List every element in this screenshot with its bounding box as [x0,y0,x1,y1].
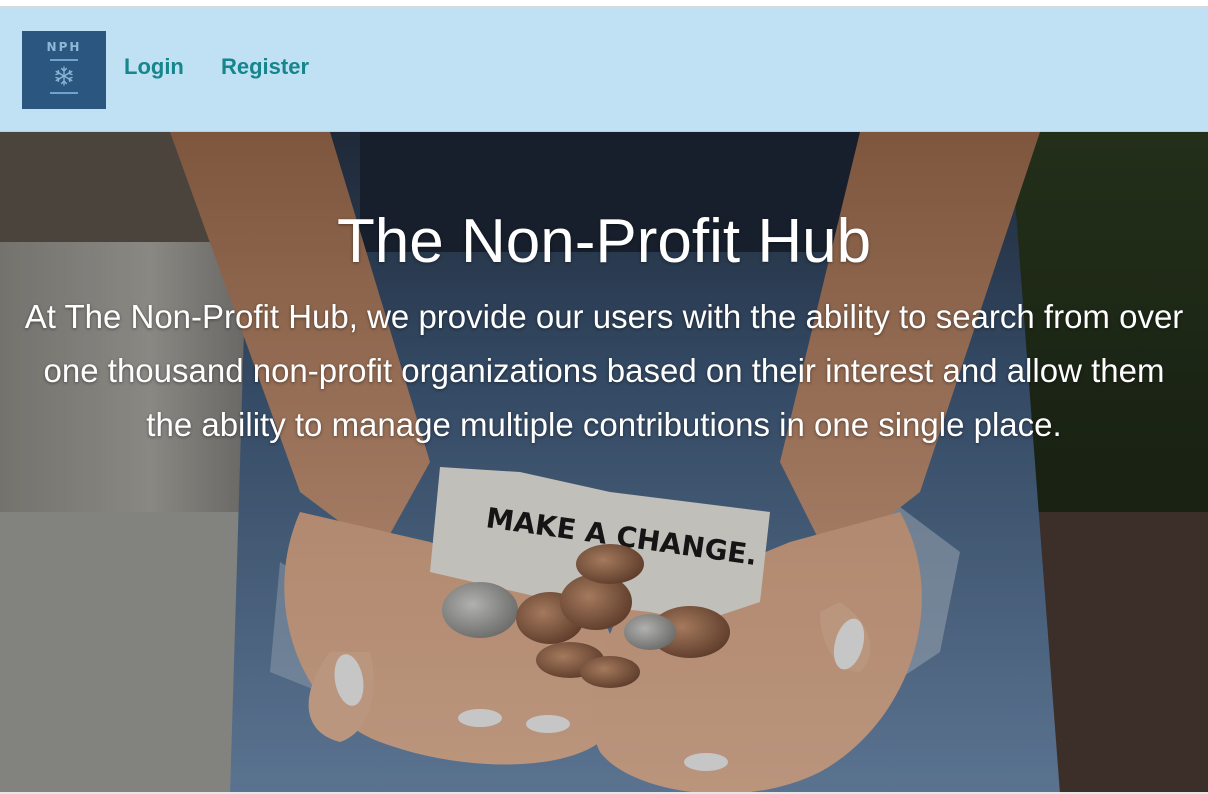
logo-text: NPH [46,40,82,54]
logo[interactable]: NPH [22,31,106,109]
hero-section: MAKE A CHANGE. The Non-Profit Hub At The… [0,132,1208,794]
top-border [0,0,1208,7]
hero-description: At The Non-Profit Hub, we provide our us… [24,298,1184,443]
logo-divider-top [50,59,78,61]
login-link[interactable]: Login [124,54,184,80]
hero-title: The Non-Profit Hub [336,207,872,276]
snowflake-icon [55,66,73,86]
navbar: NPH Login Register [0,7,1208,132]
logo-divider-bottom [50,92,78,94]
register-link[interactable]: Register [221,54,309,80]
